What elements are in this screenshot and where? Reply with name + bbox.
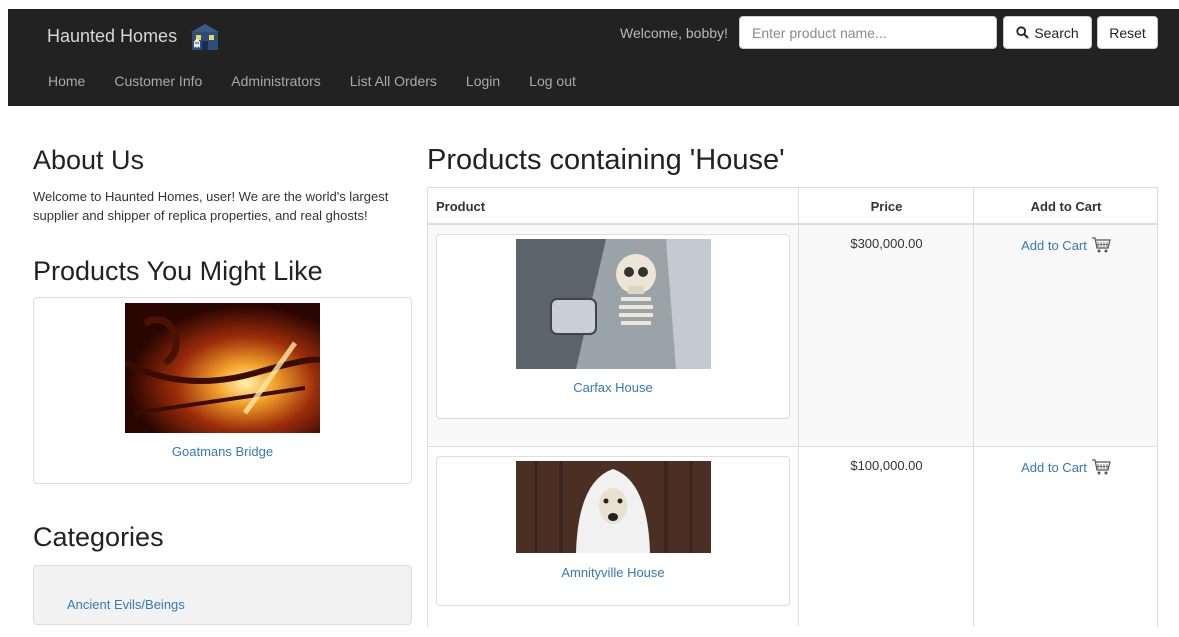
amnityville-house-image[interactable] xyxy=(516,461,711,553)
table-header: Product Price Add to Cart xyxy=(428,188,1157,225)
categories-heading: Categories xyxy=(33,522,164,552)
shopping-cart-icon xyxy=(1091,459,1111,475)
top-navbar: Haunted Homes Welcome, bobby! Search Res… xyxy=(8,9,1179,106)
nav-item-home[interactable]: Home xyxy=(48,73,85,89)
brand-title[interactable]: Haunted Homes xyxy=(47,26,177,47)
add-to-cart-link[interactable]: Add to Cart xyxy=(974,236,1158,254)
products-table: Carfax House $300,000.00 Add to Cart Amn… xyxy=(427,187,1158,637)
reset-button[interactable]: Reset xyxy=(1097,16,1158,49)
about-text: Welcome to Haunted Homes, user! We are t… xyxy=(33,189,389,223)
nav-item-login[interactable]: Login xyxy=(466,73,500,89)
search-icon xyxy=(1016,26,1030,39)
welcome-message: Welcome, bobby! xyxy=(620,25,728,41)
search-input[interactable] xyxy=(739,16,997,49)
nav-item-log-out[interactable]: Log out xyxy=(529,73,576,89)
brand[interactable]: Haunted Homes xyxy=(47,22,223,50)
table-row: Carfax House $300,000.00 Add to Cart xyxy=(428,225,1157,447)
recommended-panel: Goatmans Bridge xyxy=(33,297,412,484)
carfax-house-image[interactable] xyxy=(516,239,711,369)
table-row: Amnityville House $100,000.00 Add to Car… xyxy=(428,447,1157,637)
column-header-product: Product xyxy=(436,199,486,214)
products-heading: Products containing 'House' xyxy=(427,144,785,176)
recommended-product-link[interactable]: Goatmans Bridge xyxy=(34,444,411,459)
product-price: $300,000.00 xyxy=(850,236,923,251)
column-divider xyxy=(973,188,974,626)
add-to-cart-label: Add to Cart xyxy=(1021,459,1087,475)
category-link-ancient-evils[interactable]: Ancient Evils/Beings xyxy=(67,597,185,612)
recommended-heading: Products You Might Like xyxy=(33,256,323,286)
search-button-label: Search xyxy=(1034,24,1079,41)
product-link-carfax-house[interactable]: Carfax House xyxy=(437,380,789,395)
nav-item-list-all-orders[interactable]: List All Orders xyxy=(350,73,437,89)
product-price: $100,000.00 xyxy=(850,458,923,473)
main-nav: Home Customer Info Administrators List A… xyxy=(48,73,605,89)
nav-item-customer-info[interactable]: Customer Info xyxy=(114,73,202,89)
column-header-add-to-cart: Add to Cart xyxy=(1030,199,1102,214)
column-header-price: Price xyxy=(870,199,903,214)
add-to-cart-link[interactable]: Add to Cart xyxy=(974,458,1158,476)
product-link-amnityville-house[interactable]: Amnityville House xyxy=(437,565,789,580)
add-to-cart-label: Add to Cart xyxy=(1021,237,1087,253)
product-card: Amnityville House xyxy=(436,456,790,606)
product-card: Carfax House xyxy=(436,234,790,419)
categories-panel: Ancient Evils/Beings xyxy=(33,565,412,625)
search-button[interactable]: Search xyxy=(1003,16,1092,49)
goatmans-bridge-image[interactable] xyxy=(125,303,320,433)
about-heading: About Us xyxy=(33,145,145,175)
column-divider xyxy=(798,188,799,626)
nav-item-administrators[interactable]: Administrators xyxy=(231,73,320,89)
shopping-cart-icon xyxy=(1091,237,1111,253)
haunted-house-logo-icon xyxy=(191,24,220,50)
